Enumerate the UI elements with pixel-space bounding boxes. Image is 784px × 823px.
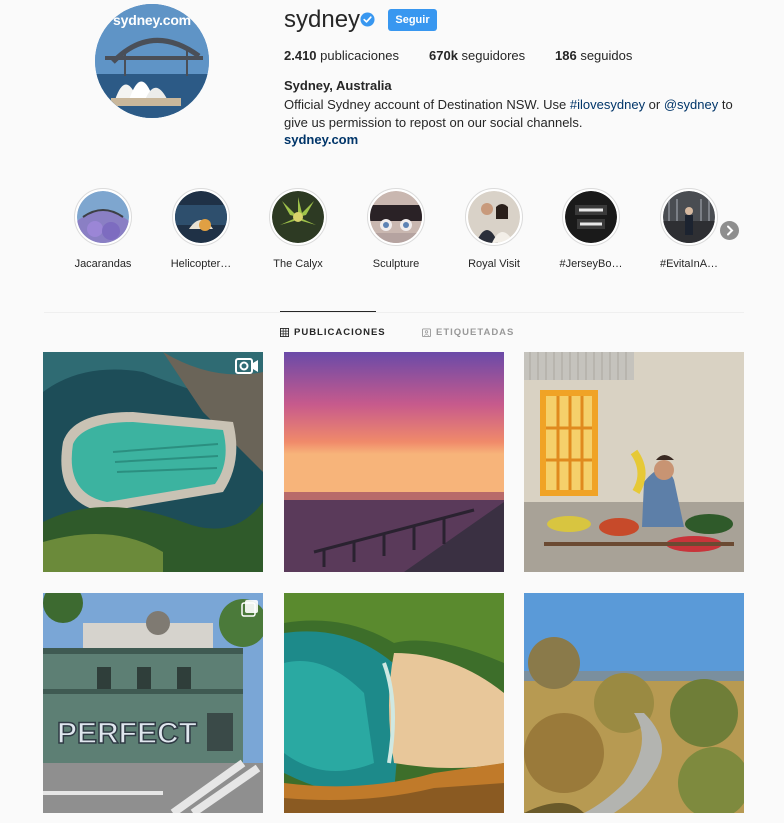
sunset-pier-photo-icon — [284, 352, 504, 572]
bio-website-link[interactable]: sydney.com — [284, 132, 358, 147]
highlight-ring — [74, 188, 132, 246]
followers-count-value: 670k — [429, 48, 458, 63]
tab-posts-label: PUBLICACIONES — [294, 327, 386, 338]
highlight-ring — [269, 188, 327, 246]
highlight-sculpture[interactable]: Sculpture — [348, 188, 444, 270]
tagged-user-icon — [422, 328, 431, 337]
grid-icon — [280, 328, 289, 337]
bush-boardwalk-photo-icon — [524, 593, 744, 813]
post-tile[interactable] — [284, 352, 504, 572]
profile-username: sydney — [284, 6, 361, 33]
highlight-ring — [367, 188, 425, 246]
post-tile[interactable]: PERFECT — [43, 593, 263, 813]
perfect-building-photo-icon: PERFECT — [43, 593, 263, 813]
highlight-label: Jacarandas — [74, 258, 132, 270]
highlight-ring — [660, 188, 718, 246]
highlight-label: The Calyx — [273, 258, 323, 270]
bio-text-part-2: or — [645, 97, 664, 112]
bio-hashtag-link[interactable]: #ilovesydney — [570, 97, 645, 112]
fruit-stall-mural-photo-icon — [524, 352, 744, 572]
followers-count-label: seguidores — [461, 48, 526, 63]
highlight-helicopter[interactable]: Helicopter… — [153, 188, 249, 270]
ocean-pool-photo-icon — [43, 352, 263, 572]
highlight-label: Helicopter… — [170, 258, 232, 270]
bio-text: Official Sydney account of Destination N… — [284, 96, 734, 132]
svg-text:PERFECT: PERFECT — [57, 717, 197, 750]
highlight-ring — [562, 188, 620, 246]
following-count[interactable]: 186 seguidos — [555, 48, 632, 63]
highlight-jersey-boys[interactable]: #JerseyBo… — [543, 188, 639, 270]
jacaranda-photo-icon — [77, 191, 129, 243]
highlight-label: Sculpture — [372, 258, 420, 270]
beach-aerial-photo-icon — [284, 593, 504, 813]
bio-text-part-1: Official Sydney account of Destination N… — [284, 97, 570, 112]
following-count-label: seguidos — [580, 48, 633, 63]
verified-badge-icon — [360, 12, 375, 27]
royal-visit-photo-icon — [468, 191, 520, 243]
avatar-logo-text: sydney.com — [113, 12, 191, 28]
sculpture-photo-icon — [370, 191, 422, 243]
highlight-the-calyx[interactable]: The Calyx — [250, 188, 346, 270]
post-tile[interactable] — [524, 593, 744, 813]
jersey-boys-photo-icon — [565, 191, 617, 243]
highlight-royal-visit[interactable]: Royal Visit — [446, 188, 542, 270]
multi-photo-icon — [241, 599, 259, 622]
post-tile[interactable] — [524, 352, 744, 572]
profile-avatar[interactable]: sydney.com — [95, 4, 209, 118]
calyx-photo-icon — [272, 191, 324, 243]
active-tab-indicator — [280, 311, 376, 312]
highlight-label: Royal Visit — [468, 258, 520, 270]
helicopter-photo-icon — [175, 191, 227, 243]
tabs-divider — [44, 312, 744, 313]
followers-count[interactable]: 670k seguidores — [429, 48, 525, 63]
post-tile[interactable] — [284, 593, 504, 813]
igtv-icon — [235, 358, 259, 379]
highlight-jacarandas[interactable]: Jacarandas — [55, 188, 151, 270]
posts-count-value: 2.410 — [284, 48, 317, 63]
bio-name: Sydney, Australia — [284, 78, 392, 93]
highlights-next-button[interactable] — [720, 221, 739, 240]
bio-mention-link[interactable]: @sydney — [664, 97, 718, 112]
highlight-ring — [172, 188, 230, 246]
evita-photo-icon — [663, 191, 715, 243]
chevron-right-icon — [727, 225, 734, 236]
following-count-value: 186 — [555, 48, 577, 63]
tab-tagged-label: ETIQUETADAS — [436, 327, 515, 338]
highlight-ring — [465, 188, 523, 246]
tab-posts[interactable]: PUBLICACIONES — [280, 327, 386, 338]
highlight-label: #JerseyBo… — [559, 258, 623, 270]
highlight-label: #EvitaInA… — [659, 258, 719, 270]
follow-button[interactable]: Seguir — [388, 9, 437, 31]
tab-tagged[interactable]: ETIQUETADAS — [422, 327, 514, 338]
posts-count-label: publicaciones — [320, 48, 399, 63]
post-tile[interactable] — [43, 352, 263, 572]
posts-count: 2.410 publicaciones — [284, 48, 399, 63]
